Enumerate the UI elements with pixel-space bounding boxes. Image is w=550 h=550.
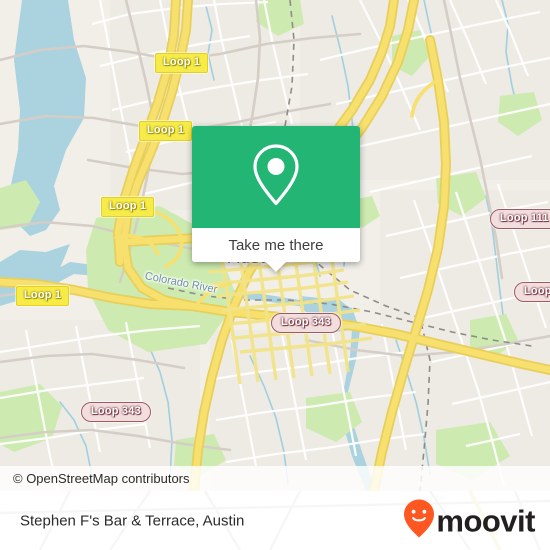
road-shield-label: Loop bbox=[514, 282, 550, 302]
road-shield-label: Loop 1 bbox=[16, 286, 70, 306]
location-pin-icon bbox=[248, 142, 304, 213]
popup-card-pointer bbox=[265, 261, 287, 272]
road-shield-label: Loop 343 bbox=[271, 313, 341, 333]
page-footer: Stephen F's Bar & Terrace, Austin moovit bbox=[0, 491, 550, 550]
road-shield-label: Loop 1 bbox=[155, 53, 209, 73]
popup-card-footer[interactable]: Take me there bbox=[192, 228, 360, 262]
map-attribution-bar: © OpenStreetMap contributors bbox=[0, 466, 550, 491]
popup-card-header bbox=[192, 126, 360, 228]
location-caption: Stephen F's Bar & Terrace, Austin bbox=[20, 512, 245, 529]
moovit-wordmark: moovit bbox=[436, 503, 535, 538]
osm-attribution-text[interactable]: © OpenStreetMap contributors bbox=[0, 471, 190, 486]
screenshot-root: Austin Colorado River Loop 1Loop 1Loop 1… bbox=[0, 0, 550, 550]
road-shield-label: Loop 343 bbox=[81, 402, 151, 422]
road-shield-label: Loop 111 bbox=[490, 209, 550, 229]
moovit-smiley-pin-icon bbox=[404, 499, 435, 542]
road-shield-label: Loop 1 bbox=[101, 197, 155, 217]
take-me-there-label: Take me there bbox=[228, 236, 324, 254]
location-popup-card[interactable]: Take me there bbox=[192, 126, 360, 272]
road-shield-label: Loop 1 bbox=[139, 121, 193, 141]
map-canvas[interactable]: Austin Colorado River Loop 1Loop 1Loop 1… bbox=[0, 0, 550, 491]
moovit-logo[interactable]: moovit bbox=[404, 499, 535, 542]
